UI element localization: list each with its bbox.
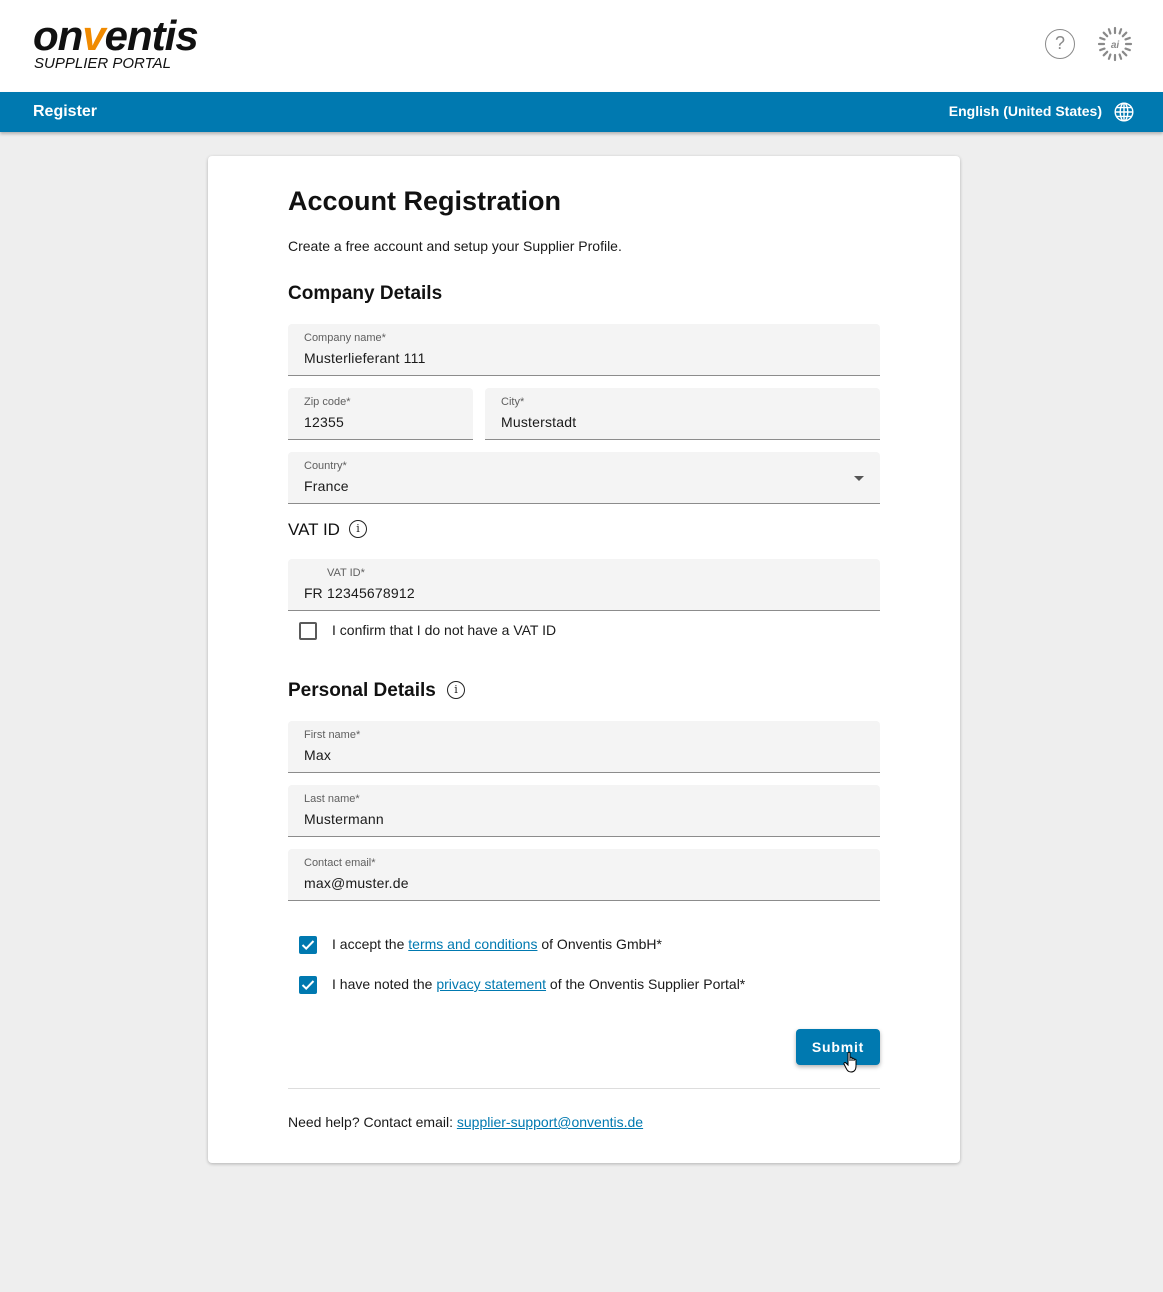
help-contact: Need help? Contact email: supplier-suppo…: [288, 1114, 643, 1130]
company-name-label: Company name*: [304, 332, 386, 344]
vat-id-value[interactable]: 12345678912: [327, 585, 415, 601]
logo-part: on: [33, 12, 83, 59]
checkmark-icon: [301, 940, 315, 951]
company-name-value[interactable]: Musterlieferant 111: [304, 350, 426, 366]
terms-text-post: of Onventis GmbH*: [537, 936, 662, 952]
no-vat-checkbox-label[interactable]: I confirm that I do not have a VAT ID: [332, 622, 556, 638]
page-subtitle: Create a free account and setup your Sup…: [288, 238, 622, 254]
chevron-down-icon[interactable]: [854, 476, 864, 481]
country-value: France: [304, 478, 349, 494]
country-select[interactable]: Country* France: [288, 452, 880, 504]
submit-button[interactable]: Submit: [796, 1029, 880, 1065]
support-email-link[interactable]: supplier-support@onventis.de: [457, 1114, 643, 1130]
zip-code-field[interactable]: Zip code* 12355: [288, 388, 473, 440]
vat-id-heading: VAT ID: [288, 520, 340, 539]
divider: [288, 1088, 880, 1089]
top-header: onventis SUPPLIER PORTAL ? ai: [0, 0, 1163, 92]
terms-checkbox[interactable]: [299, 936, 317, 954]
personal-details-heading: Personal Details: [288, 680, 436, 701]
terms-link[interactable]: terms and conditions: [408, 936, 537, 952]
checkmark-icon: [301, 980, 315, 991]
zip-code-label: Zip code*: [304, 396, 351, 408]
privacy-text-pre: I have noted the: [332, 976, 437, 992]
svg-text:ai: ai: [1111, 40, 1120, 51]
contact-email-value[interactable]: max@muster.de: [304, 875, 409, 891]
city-label: City*: [501, 396, 525, 408]
globe-icon[interactable]: [1114, 102, 1134, 122]
nav-bar: Register English (United States): [0, 92, 1163, 132]
onventis-logo[interactable]: onventis SUPPLIER PORTAL: [33, 12, 199, 72]
zip-code-value[interactable]: 12355: [304, 414, 344, 430]
vat-id-label: VAT ID*: [327, 567, 365, 579]
page-title: Account Registration: [288, 186, 562, 216]
first-name-value[interactable]: Max: [304, 747, 331, 763]
terms-text-pre: I accept the: [332, 936, 409, 952]
logo-wordmark: onventis: [33, 12, 199, 59]
city-field[interactable]: City* Musterstadt: [485, 388, 880, 440]
privacy-label: I have noted the privacy statement of th…: [332, 976, 745, 992]
hand-cursor-icon: [843, 1051, 857, 1073]
last-name-value[interactable]: Mustermann: [304, 811, 384, 827]
help-text: Need help? Contact email:: [288, 1114, 457, 1130]
vat-country-prefix: FR: [304, 585, 323, 601]
company-name-field[interactable]: Company name* Musterlieferant 111: [288, 324, 880, 376]
privacy-checkbox[interactable]: [299, 976, 317, 994]
privacy-link[interactable]: privacy statement: [436, 976, 546, 992]
registration-card: Account Registration Create a free accou…: [208, 156, 960, 1163]
first-name-label: First name*: [304, 729, 361, 741]
ai-assistant-icon[interactable]: ai: [1097, 26, 1133, 62]
vat-info-icon[interactable]: i: [349, 520, 367, 538]
no-vat-checkbox[interactable]: [299, 622, 317, 640]
last-name-label: Last name*: [304, 793, 360, 805]
personal-info-icon[interactable]: i: [447, 681, 465, 699]
terms-label: I accept the terms and conditions of Onv…: [332, 936, 662, 952]
help-icon[interactable]: ?: [1045, 29, 1075, 59]
company-details-heading: Company Details: [288, 283, 443, 304]
nav-title: Register: [33, 103, 98, 120]
logo-v-accent: v: [82, 12, 105, 59]
city-value[interactable]: Musterstadt: [501, 414, 576, 430]
logo-part: entis: [104, 12, 199, 59]
first-name-field[interactable]: First name* Max: [288, 721, 880, 773]
vat-id-field[interactable]: VAT ID* FR 12345678912: [288, 559, 880, 611]
language-selector[interactable]: English (United States): [949, 103, 1102, 119]
last-name-field[interactable]: Last name* Mustermann: [288, 785, 880, 837]
contact-email-field[interactable]: Contact email* max@muster.de: [288, 849, 880, 901]
country-label: Country*: [304, 460, 347, 472]
privacy-text-post: of the Onventis Supplier Portal*: [546, 976, 746, 992]
contact-email-label: Contact email*: [304, 857, 376, 869]
